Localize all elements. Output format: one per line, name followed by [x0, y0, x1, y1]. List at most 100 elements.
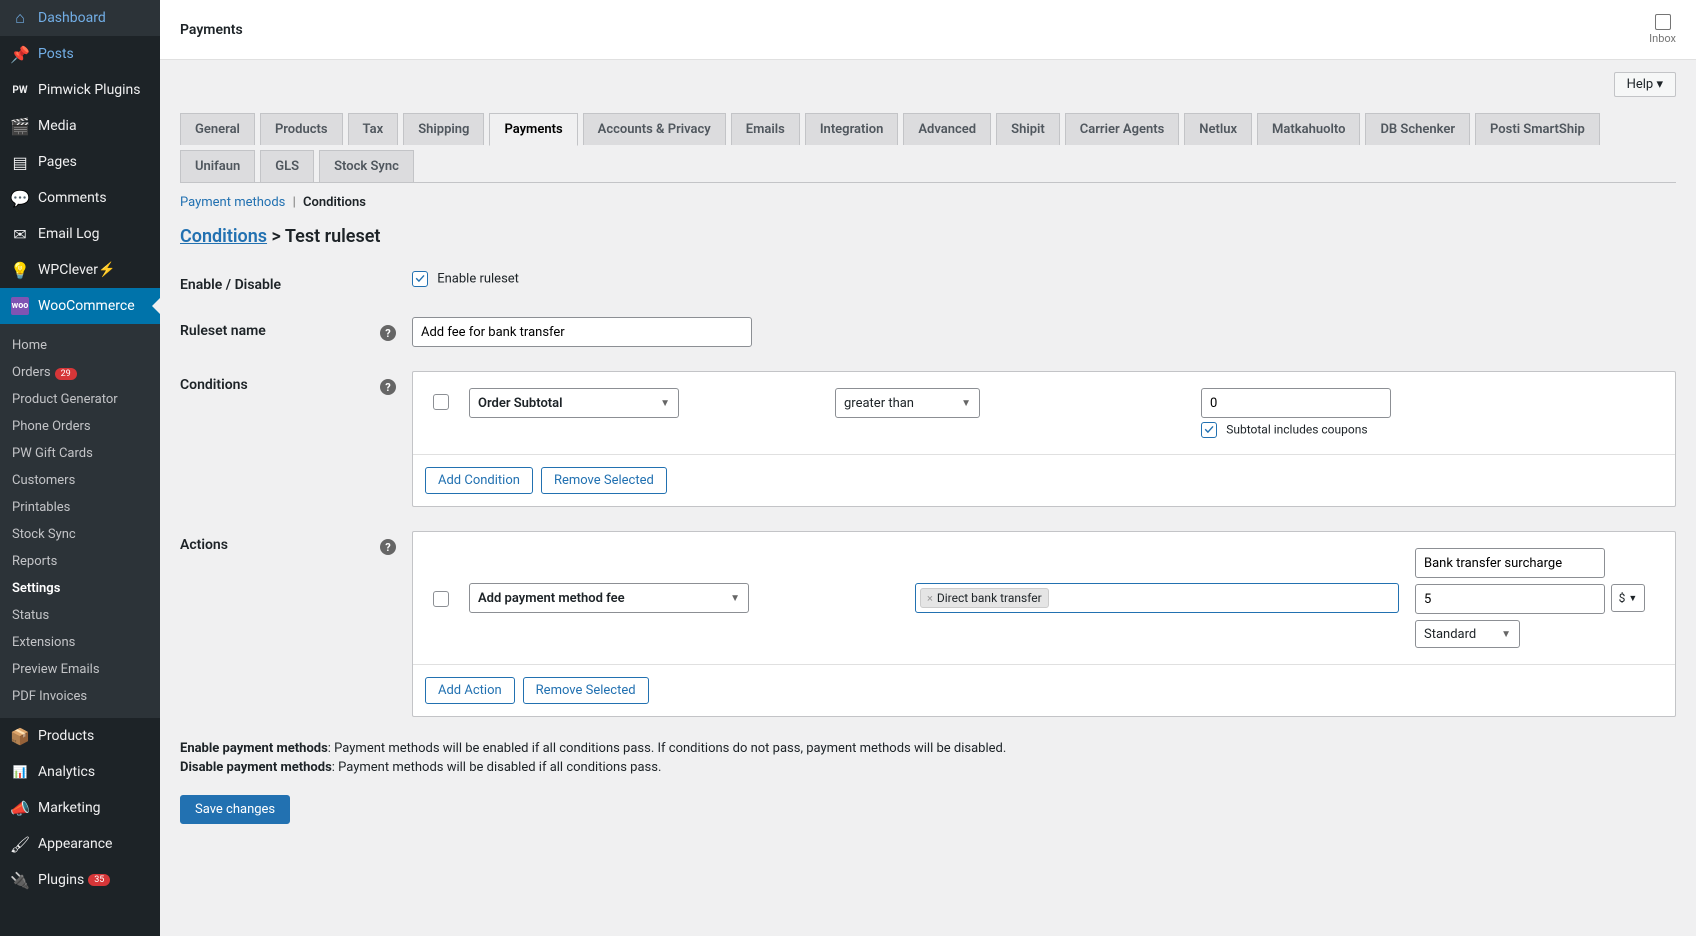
submenu-item-printables[interactable]: Printables [0, 494, 160, 521]
tab-carrier-agents[interactable]: Carrier Agents [1065, 113, 1180, 145]
submenu-item-home[interactable]: Home [0, 332, 160, 359]
add-condition-button[interactable]: Add Condition [425, 467, 533, 494]
breadcrumb-link[interactable]: Payment methods [180, 195, 285, 210]
submenu-item-product-generator[interactable]: Product Generator [0, 386, 160, 413]
submenu-item-pw-gift-cards[interactable]: PW Gift Cards [0, 440, 160, 467]
sidebar-item-products[interactable]: 📦Products [0, 718, 160, 754]
tab-posti-smartship[interactable]: Posti SmartShip [1475, 113, 1600, 145]
submenu-item-status[interactable]: Status [0, 602, 160, 629]
chevron-down-icon: ▼ [961, 398, 971, 409]
dashboard-icon: ⌂ [10, 8, 30, 28]
chevron-down-icon: ▾ [1656, 77, 1663, 92]
sidebar-item-email-log[interactable]: ✉Email Log [0, 216, 160, 252]
conditions-link[interactable]: Conditions [180, 226, 267, 247]
tab-db-schenker[interactable]: DB Schenker [1365, 113, 1470, 145]
tab-accounts-privacy[interactable]: Accounts & Privacy [583, 113, 726, 145]
main-content: Payments Inbox Help ▾ GeneralProductsTax… [160, 0, 1696, 936]
help-icon[interactable]: ? [380, 539, 396, 555]
actions-panel: Add payment method fee▼ × Direct bank tr… [412, 531, 1676, 717]
inbox-icon [1655, 14, 1671, 30]
add-action-button[interactable]: Add Action [425, 677, 515, 704]
pw-icon: PW [10, 80, 30, 100]
tab-tax[interactable]: Tax [348, 113, 399, 145]
remove-tag-icon[interactable]: × [927, 592, 933, 605]
submenu-item-settings[interactable]: Settings [0, 575, 160, 602]
tab-products[interactable]: Products [260, 113, 343, 145]
conditions-label: Conditions [180, 371, 380, 507]
condition-field-select[interactable]: Order Subtotal▼ [469, 388, 679, 418]
pin-icon: 📌 [10, 44, 30, 64]
submenu-item-reports[interactable]: Reports [0, 548, 160, 575]
actions-label: Actions [180, 531, 380, 717]
chevron-down-icon: ▼ [730, 593, 740, 604]
action-type-select[interactable]: Add payment method fee▼ [469, 583, 749, 613]
sidebar-item-media[interactable]: 🎬Media [0, 108, 160, 144]
sidebar-item-plugins[interactable]: 🔌Plugins35 [0, 862, 160, 898]
admin-sidebar: ⌂Dashboard📌PostsPWPimwick Plugins🎬Media▤… [0, 0, 160, 936]
sidebar-item-wpclever[interactable]: 💡WPClever ⚡ [0, 252, 160, 288]
submenu-item-stock-sync[interactable]: Stock Sync [0, 521, 160, 548]
submenu-item-pdf-invoices[interactable]: PDF Invoices [0, 683, 160, 710]
sidebar-item-appearance[interactable]: 🖌Appearance [0, 826, 160, 862]
tab-shipping[interactable]: Shipping [403, 113, 484, 145]
fee-amount-input[interactable] [1415, 584, 1605, 614]
tab-shipit[interactable]: Shipit [996, 113, 1060, 145]
tab-stock-sync[interactable]: Stock Sync [319, 150, 414, 182]
help-icon[interactable]: ? [380, 379, 396, 395]
submenu-item-customers[interactable]: Customers [0, 467, 160, 494]
sidebar-item-pimwick-plugins[interactable]: PWPimwick Plugins [0, 72, 160, 108]
tab-unifaun[interactable]: Unifaun [180, 150, 255, 182]
payment-method-tags[interactable]: × Direct bank transfer [915, 583, 1399, 613]
tab-emails[interactable]: Emails [731, 113, 800, 145]
sidebar-item-analytics[interactable]: 📊Analytics [0, 754, 160, 790]
sidebar-item-marketing[interactable]: 📣Marketing [0, 790, 160, 826]
condition-value-input[interactable] [1201, 388, 1391, 418]
sidebar-item-dashboard[interactable]: ⌂Dashboard [0, 0, 160, 36]
remove-selected-button[interactable]: Remove Selected [523, 677, 649, 704]
sidebar-item-posts[interactable]: 📌Posts [0, 36, 160, 72]
tab-general[interactable]: General [180, 113, 255, 145]
tab-matkahuolto[interactable]: Matkahuolto [1257, 113, 1360, 145]
topbar: Payments Inbox [160, 0, 1696, 60]
appearance-icon: 🖌 [10, 834, 30, 854]
condition-operator-select[interactable]: greater than▼ [835, 388, 980, 418]
condition-row-checkbox[interactable] [433, 394, 449, 410]
enable-ruleset-checkbox[interactable]: ✓ [412, 271, 428, 287]
breadcrumb-current: Conditions [303, 195, 366, 210]
remove-selected-button[interactable]: Remove Selected [541, 467, 667, 494]
sidebar-item-woocommerce[interactable]: wooWooCommerce [0, 288, 160, 324]
tax-class-select[interactable]: Standard▼ [1415, 620, 1520, 648]
submenu-item-extensions[interactable]: Extensions [0, 629, 160, 656]
tab-payments[interactable]: Payments [489, 113, 577, 146]
action-row-checkbox[interactable] [433, 591, 449, 607]
subtotal-coupons-checkbox[interactable]: ✓ [1201, 422, 1217, 438]
sidebar-item-pages[interactable]: ▤Pages [0, 144, 160, 180]
ruleset-name-input[interactable] [412, 317, 752, 347]
woocommerce-submenu: HomeOrders29Product GeneratorPhone Order… [0, 324, 160, 718]
tab-netlux[interactable]: Netlux [1184, 113, 1252, 145]
submenu-item-phone-orders[interactable]: Phone Orders [0, 413, 160, 440]
disable-methods-desc: Disable payment methods: Payment methods… [180, 760, 1676, 775]
tab-advanced[interactable]: Advanced [903, 113, 991, 145]
page-heading: Payments [180, 22, 243, 38]
chevron-down-icon: ▼ [1628, 593, 1637, 604]
conditions-panel: Order Subtotal▼ greater than▼ [412, 371, 1676, 507]
fee-name-input[interactable] [1415, 548, 1605, 578]
media-icon: 🎬 [10, 116, 30, 136]
currency-select[interactable]: $ ▼ [1611, 584, 1645, 612]
submenu-item-preview-emails[interactable]: Preview Emails [0, 656, 160, 683]
submenu-item-orders[interactable]: Orders29 [0, 359, 160, 386]
marketing-icon: 📣 [10, 798, 30, 818]
inbox-button[interactable]: Inbox [1649, 14, 1676, 45]
breadcrumb: Payment methods | Conditions [180, 195, 1676, 210]
tab-gls[interactable]: GLS [260, 150, 314, 182]
comments-icon: 💬 [10, 188, 30, 208]
ruleset-name-label: Ruleset name [180, 317, 380, 347]
help-icon[interactable]: ? [380, 325, 396, 341]
save-changes-button[interactable]: Save changes [180, 795, 290, 824]
help-dropdown[interactable]: Help ▾ [1614, 72, 1676, 97]
products-icon: 📦 [10, 726, 30, 746]
tab-integration[interactable]: Integration [805, 113, 899, 145]
enable-methods-desc: Enable payment methods: Payment methods … [180, 741, 1676, 756]
sidebar-item-comments[interactable]: 💬Comments [0, 180, 160, 216]
